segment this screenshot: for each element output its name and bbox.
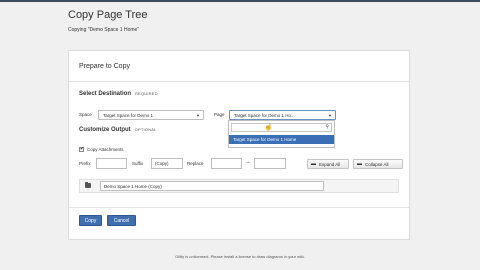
customize-output-heading: Customize Output OPTIONAL [79, 127, 157, 133]
customize-output-label: Customize Output [79, 127, 131, 133]
prefix-label: Prefix [79, 161, 91, 166]
top-bar [0, 0, 480, 2]
arrow-right-icon: → [245, 159, 251, 165]
space-select-value: Target Space for Demo 1 [103, 112, 154, 118]
dropdown-option-label: Target Space for Demo 1 Home [233, 136, 297, 142]
folder-open-icon: ▬ [311, 161, 316, 167]
copy-button-label: Copy [84, 218, 97, 224]
folder-icon [85, 182, 91, 188]
collapse-all-button[interactable]: ▬ Collapse All [353, 159, 403, 169]
divider [69, 81, 409, 82]
license-notice: Gliffy is unlicensed. Please install a l… [175, 254, 305, 259]
cancel-button[interactable]: Cancel [107, 215, 136, 226]
suffix-label: Suffix [132, 161, 144, 166]
replace-from-input[interactable] [211, 158, 242, 169]
copy-attachments-label: Copy Attachments [87, 147, 124, 152]
optional-tag: OPTIONAL [134, 127, 157, 132]
prefix-input[interactable] [96, 158, 127, 169]
dropdown-option[interactable]: Target Space for Demo 1 Home [229, 135, 334, 144]
page-select[interactable]: Target Space for Demo 1 Ho... ▼ [229, 110, 336, 120]
chevron-down-icon: ▼ [196, 113, 200, 118]
search-icon: ⚲ [325, 124, 329, 130]
expand-all-button[interactable]: ▬ Expand All [307, 159, 349, 169]
folder-icon: ▬ [357, 161, 362, 167]
collapse-all-label: Collapse All [365, 162, 389, 167]
page-select-value: Target Space for Demo 1 Ho... [234, 112, 295, 118]
replace-label: Replace [187, 161, 204, 166]
required-tag: REQUIRED [135, 91, 158, 96]
space-select[interactable]: Target Space for Demo 1 ▼ [98, 110, 204, 120]
select-destination-heading: Select Destination REQUIRED [79, 91, 158, 97]
dropdown-search-input[interactable]: ⚲ [231, 123, 332, 132]
page-label: Page [214, 112, 225, 117]
copy-attachments-checkbox[interactable]: ✔ [79, 146, 85, 152]
cursor-icon: ☝ [264, 124, 273, 131]
panel-title: Prepare to Copy [79, 63, 130, 70]
page-subtitle: Copying "Demo Space 1 Home" [68, 27, 140, 33]
copy-button[interactable]: Copy [79, 215, 102, 226]
tree-row: Demo Space 1 Home (Copy) [79, 179, 399, 193]
chevron-down-icon: ▼ [328, 113, 332, 118]
page-title: Copy Page Tree [68, 9, 148, 21]
page-dropdown: ⚲ Target Space for Demo 1 Home [228, 120, 335, 148]
cancel-button-label: Cancel [113, 218, 130, 224]
root-page-title-input[interactable]: Demo Space 1 Home (Copy) [100, 181, 324, 191]
divider [69, 207, 409, 208]
select-destination-label: Select Destination [79, 91, 132, 97]
suffix-input[interactable]: (Copy) [151, 158, 183, 169]
suffix-value: (Copy) [155, 161, 169, 166]
expand-all-label: Expand All [319, 162, 341, 167]
root-page-title-value: Demo Space 1 Home (Copy) [104, 183, 162, 189]
checkmark-icon: ✔ [80, 146, 85, 152]
space-label: Space [79, 112, 92, 117]
replace-to-input[interactable] [254, 158, 286, 169]
